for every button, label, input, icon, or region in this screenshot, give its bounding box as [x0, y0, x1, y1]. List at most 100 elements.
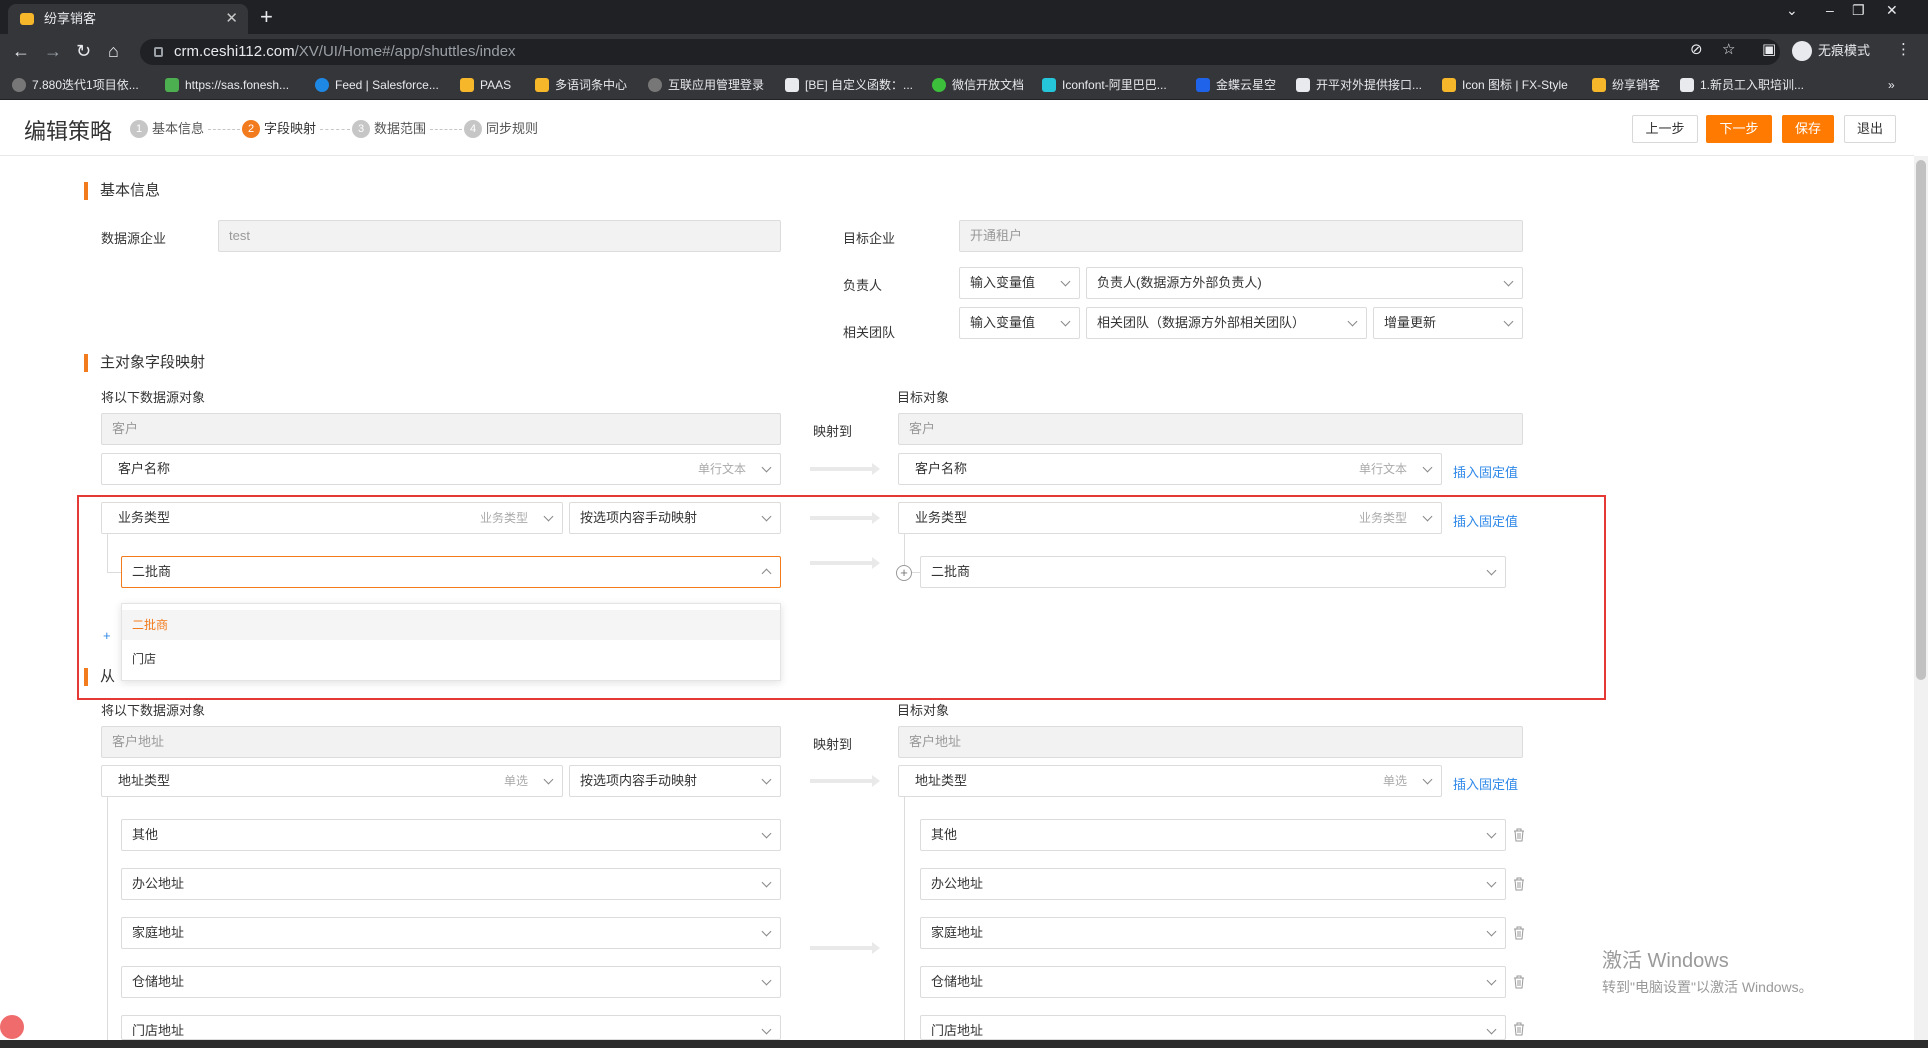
- step-data-range[interactable]: 3 数据范围: [352, 120, 426, 138]
- bookmark-item[interactable]: 7.880迭代1项目依...: [12, 76, 139, 94]
- restore-icon[interactable]: ❐: [1852, 2, 1865, 19]
- browser-tab-title: 纷享销客: [44, 11, 97, 26]
- floating-record-icon[interactable]: [0, 1015, 24, 1039]
- save-button[interactable]: 保存: [1782, 115, 1834, 143]
- detail-target-object-input[interactable]: 客户地址: [898, 726, 1523, 758]
- mapping-arrow-icon: [810, 557, 880, 569]
- detail-mapping-mode-select[interactable]: 按选项内容手动映射: [569, 765, 781, 797]
- more-bookmarks-icon[interactable]: »: [1888, 76, 1895, 94]
- forward-icon[interactable]: →: [44, 40, 62, 62]
- exit-button[interactable]: 退出: [1844, 115, 1896, 143]
- new-tab-icon[interactable]: +: [260, 3, 273, 31]
- source-option-select[interactable]: 二批商: [121, 556, 781, 588]
- bookmark-item[interactable]: Feed | Salesforce...: [315, 76, 439, 94]
- target-field-customer-name[interactable]: 客户名称 单行文本: [898, 453, 1442, 485]
- add-option-icon[interactable]: +: [896, 565, 912, 581]
- source-enterprise-input[interactable]: test: [218, 220, 781, 252]
- owner-type-select[interactable]: 输入变量值: [959, 267, 1080, 299]
- delete-trash-icon[interactable]: [1513, 877, 1525, 891]
- bookmark-item[interactable]: Iconfont-阿里巴巴...: [1042, 76, 1167, 94]
- insert-fixed-value-link[interactable]: 插入固定值: [1453, 462, 1518, 481]
- browser-tab[interactable]: 纷享销客 ✕: [8, 4, 248, 34]
- bookmark-item[interactable]: 金蝶云星空: [1196, 76, 1276, 94]
- detail-source-option[interactable]: 门店地址: [121, 1015, 781, 1040]
- back-icon[interactable]: ←: [12, 40, 30, 62]
- detail-source-option[interactable]: 办公地址: [121, 868, 781, 900]
- app-favicon-icon: [20, 13, 34, 25]
- bookmark-item[interactable]: [BE] 自定义函数：...: [785, 76, 913, 94]
- page-scrollbar-thumb[interactable]: [1916, 160, 1926, 680]
- page-icon: [1680, 78, 1694, 92]
- close-tab-icon[interactable]: ✕: [225, 4, 238, 34]
- delete-trash-icon[interactable]: [1513, 975, 1525, 989]
- detail-source-object-input[interactable]: 客户地址: [101, 726, 781, 758]
- delete-trash-icon[interactable]: [1513, 828, 1525, 842]
- step-basic-info[interactable]: 1 基本信息: [130, 120, 204, 138]
- globe-icon: [648, 78, 662, 92]
- next-step-button[interactable]: 下一步: [1706, 115, 1772, 143]
- chevron-down-icon: [1486, 926, 1497, 937]
- target-enterprise-input[interactable]: 开通租户: [959, 220, 1523, 252]
- team-value-select[interactable]: 相关团队（数据源方外部相关团队）: [1086, 307, 1367, 339]
- detail-source-option[interactable]: 家庭地址: [121, 917, 781, 949]
- dropdown-option-mendian[interactable]: 门店: [122, 644, 780, 674]
- bookmark-star-icon[interactable]: ☆: [1722, 40, 1735, 58]
- reload-icon[interactable]: ↻: [76, 40, 91, 62]
- chevron-down-icon: [761, 926, 772, 937]
- detail-source-option[interactable]: 其他: [121, 819, 781, 851]
- add-mapping-link[interactable]: +: [103, 628, 111, 643]
- bookmark-item[interactable]: Icon 图标 | FX-Style: [1442, 76, 1568, 94]
- url-path: /XV/UI/Home#/app/shuttles/index: [294, 43, 516, 60]
- detail-target-option[interactable]: 其他: [920, 819, 1506, 851]
- bookmark-item[interactable]: 1.新员工入职培训...: [1680, 76, 1804, 94]
- close-window-icon[interactable]: ✕: [1886, 2, 1898, 19]
- kingdee-icon: [1196, 78, 1210, 92]
- source-field-customer-name[interactable]: 客户名称 单行文本: [101, 453, 781, 485]
- source-field-record-type[interactable]: 业务类型 业务类型: [101, 502, 563, 534]
- target-object-header: 目标对象: [897, 390, 950, 405]
- tracking-off-icon[interactable]: ⊘: [1690, 40, 1703, 58]
- tab-search-icon[interactable]: ⌄: [1786, 2, 1798, 19]
- delete-trash-icon[interactable]: [1513, 1022, 1525, 1036]
- insert-fixed-value-link[interactable]: 插入固定值: [1453, 774, 1518, 793]
- chevron-down-icon: [1503, 316, 1514, 327]
- bookmark-item[interactable]: https://sas.fonesh...: [165, 76, 289, 94]
- owner-value-select[interactable]: 负责人(数据源方外部负责人): [1086, 267, 1523, 299]
- bookmark-item[interactable]: PAAS: [460, 76, 511, 94]
- bookmark-item[interactable]: 互联应用管理登录: [648, 76, 764, 94]
- detail-target-option[interactable]: 仓储地址: [920, 966, 1506, 998]
- target-field-record-type[interactable]: 业务类型 业务类型: [898, 502, 1442, 534]
- source-object-input[interactable]: 客户: [101, 413, 781, 445]
- address-bar[interactable]: crm.ceshi112.com/XV/UI/Home#/app/shuttle…: [140, 39, 1780, 65]
- bookmark-item[interactable]: 微信开放文档: [932, 76, 1024, 94]
- prev-step-button[interactable]: 上一步: [1632, 115, 1698, 143]
- target-field-address-type[interactable]: 地址类型 单选: [898, 765, 1442, 797]
- detail-source-option[interactable]: 仓储地址: [121, 966, 781, 998]
- team-mode-select[interactable]: 增量更新: [1373, 307, 1523, 339]
- browser-menu-icon[interactable]: ⋮: [1896, 40, 1911, 58]
- detail-target-option[interactable]: 门店地址: [920, 1015, 1506, 1040]
- mapping-arrow-icon: [810, 942, 880, 954]
- insert-fixed-value-link[interactable]: 插入固定值: [1453, 511, 1518, 530]
- dropdown-option-erpishang[interactable]: 二批商: [122, 610, 780, 640]
- minimize-icon[interactable]: –: [1826, 2, 1834, 18]
- page-icon: [785, 78, 799, 92]
- delete-trash-icon[interactable]: [1513, 926, 1525, 940]
- side-panel-icon[interactable]: ▣: [1762, 40, 1776, 58]
- step-field-mapping[interactable]: 2 字段映射: [242, 120, 316, 138]
- mapping-mode-select[interactable]: 按选项内容手动映射: [569, 502, 781, 534]
- target-option-select[interactable]: 二批商: [920, 556, 1506, 588]
- source-field-address-type[interactable]: 地址类型 单选: [101, 765, 563, 797]
- incognito-profile[interactable]: 无痕模式: [1792, 40, 1870, 62]
- bookmark-item[interactable]: 纷享销客: [1592, 76, 1660, 94]
- target-object-input[interactable]: 客户: [898, 413, 1523, 445]
- bookmark-item[interactable]: 开平对外提供接口...: [1296, 76, 1422, 94]
- detail-target-option[interactable]: 家庭地址: [920, 917, 1506, 949]
- bookmark-item[interactable]: 多语词条中心: [535, 76, 627, 94]
- team-type-select[interactable]: 输入变量值: [959, 307, 1080, 339]
- step-sync-rules[interactable]: 4 同步规则: [464, 120, 538, 138]
- detail-target-option[interactable]: 办公地址: [920, 868, 1506, 900]
- chevron-down-icon: [1422, 511, 1433, 522]
- home-icon[interactable]: ⌂: [108, 40, 119, 62]
- section-detail-mapping: 从: [84, 668, 115, 686]
